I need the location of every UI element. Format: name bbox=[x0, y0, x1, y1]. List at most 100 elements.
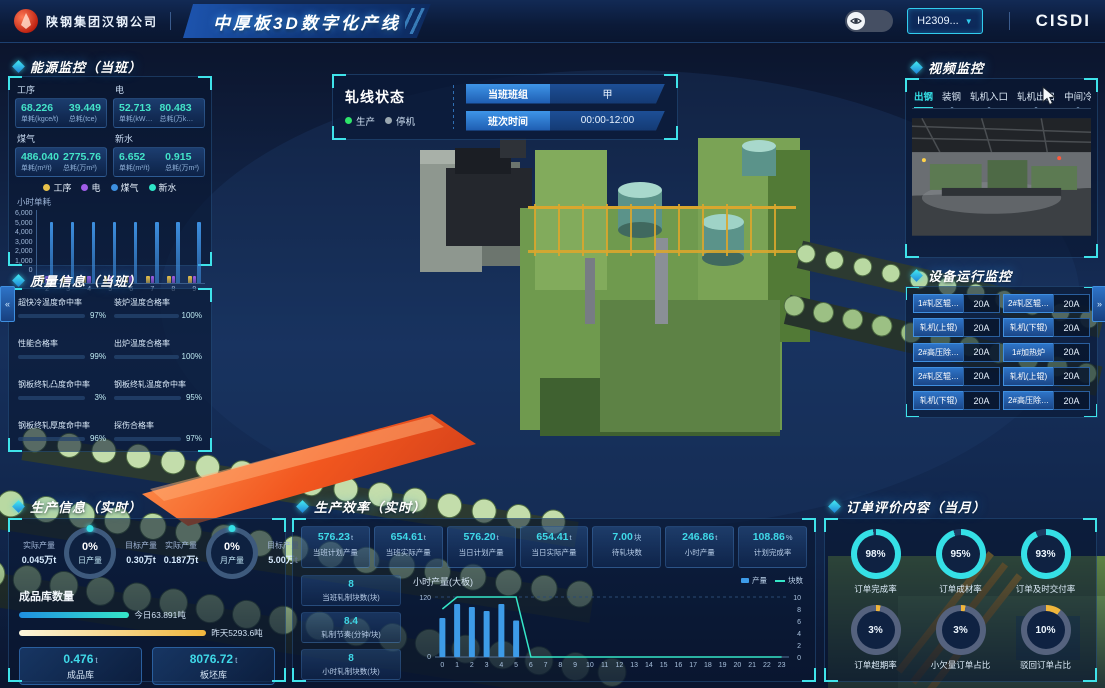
device-name-button[interactable]: 2#高压除… bbox=[1003, 391, 1053, 410]
production-panel: 实际产量0.045万t0%日产量目标产量0.30万t实际产量0.187万t0%月… bbox=[8, 518, 286, 682]
svg-text:20: 20 bbox=[733, 662, 741, 669]
device-name-button[interactable]: 2#轧区辊… bbox=[1003, 294, 1053, 313]
donut-label: 订单成材率 bbox=[919, 583, 1003, 595]
video-tab-出钢[interactable]: 出钢 bbox=[914, 89, 933, 103]
energy-value: 80.483 bbox=[159, 102, 199, 114]
device-current-value: 20A bbox=[1053, 343, 1090, 362]
bar bbox=[167, 276, 171, 283]
device-current-value: 20A bbox=[963, 318, 1000, 337]
quality-value: 95% bbox=[184, 393, 202, 402]
svg-text:16: 16 bbox=[674, 662, 682, 669]
efficiency-side-card: 8当班轧制块数(块) bbox=[301, 575, 401, 606]
progress-track bbox=[18, 355, 85, 359]
progress-track bbox=[18, 396, 85, 400]
line-select-dropdown[interactable]: H2309... ▼ bbox=[907, 8, 983, 34]
quality-value: 100% bbox=[182, 352, 202, 361]
stat-unit: t bbox=[424, 533, 426, 542]
bar bbox=[193, 276, 197, 283]
quality-item: 探伤合格率97% bbox=[114, 420, 202, 443]
legend-item: 工序 bbox=[43, 181, 71, 194]
energy-unit: 总耗(万m³) bbox=[63, 163, 101, 173]
stat-label: 计划完成率 bbox=[742, 547, 803, 558]
hourly-output-chart: 小时产量(大板) 产量 块数 1200108642001234567891011… bbox=[409, 575, 807, 680]
efficiency-stat-card: 576.20t当日计划产量 bbox=[447, 526, 516, 568]
right-panel-collapse-handle[interactable]: » bbox=[1092, 286, 1105, 322]
donut-label: 订单及时交付率 bbox=[1004, 583, 1088, 595]
video-tab-轧机入口[interactable]: 轧机入口 bbox=[970, 89, 1008, 103]
shift-time-value: 00:00-12:00 bbox=[550, 111, 665, 131]
progress-track bbox=[114, 396, 181, 400]
energy-card-name: 煤气 bbox=[17, 132, 107, 145]
device-name-button[interactable]: 轧机(下辊) bbox=[913, 391, 963, 410]
line-status-title: 轧线状态 bbox=[345, 87, 441, 107]
video-tab-轧机出口[interactable]: 轧机出口 bbox=[1017, 89, 1055, 103]
device-current-value: 20A bbox=[1053, 367, 1090, 386]
quality-item: 出炉温度合格率100% bbox=[114, 338, 202, 361]
visibility-toggle[interactable] bbox=[845, 10, 893, 32]
y-tick: 4,000 bbox=[15, 229, 33, 236]
shift-team-label: 当班班组 bbox=[466, 84, 550, 104]
donut-percent: 98% bbox=[851, 529, 901, 579]
quality-item: 超快冷温度命中率97% bbox=[18, 297, 106, 320]
svg-text:0: 0 bbox=[427, 654, 431, 661]
svg-text:11: 11 bbox=[601, 662, 608, 669]
stat-label: 当日计划产量 bbox=[451, 547, 512, 558]
energy-value: 52.713 bbox=[119, 102, 155, 114]
donut-ring: 93% bbox=[1021, 529, 1071, 579]
device-name-button[interactable]: 2#高压除… bbox=[913, 343, 963, 362]
quality-panel: 超快冷温度命中率97%装炉温度合格率100%性能合格率99%出炉温度合格率100… bbox=[8, 288, 212, 452]
gauge-sublabel: 月产量 bbox=[206, 555, 258, 566]
energy-chart-title: 小时单耗 bbox=[17, 196, 205, 208]
donut-ring: 10% bbox=[1021, 605, 1071, 655]
donut-percent: 3% bbox=[851, 605, 901, 655]
efficiency-panel: 576.23t当班计划产量654.61t当班实际产量576.20t当日计划产量6… bbox=[292, 518, 816, 682]
video-tab-装钢[interactable]: 装钢 bbox=[942, 89, 961, 103]
device-name-button[interactable]: 轧机(上辊) bbox=[913, 318, 963, 337]
panel-diamond-icon bbox=[910, 61, 923, 74]
bar bbox=[172, 276, 176, 283]
video-camera-tabs: 出钢装钢轧机入口轧机出口中间冷电动热… bbox=[912, 85, 1091, 109]
y-tick: 3,000 bbox=[15, 239, 33, 246]
gauge-ring: 0%日产量 bbox=[64, 527, 116, 579]
device-name-button[interactable]: 1#加热炉 bbox=[1003, 343, 1053, 362]
energy-value: 68.226 bbox=[21, 102, 58, 114]
energy-card: 电52.713单耗(kWh/t)80.483总耗(万kWh) bbox=[113, 82, 205, 128]
efficiency-stat-cards: 576.23t当班计划产量654.61t当班实际产量576.20t当日计划产量6… bbox=[301, 526, 807, 568]
quality-item: 钢板终轧温度命中率95% bbox=[114, 379, 202, 402]
page-title: 中厚板3D数字化产线 bbox=[213, 9, 401, 34]
device-current-value: 20A bbox=[963, 343, 1000, 362]
svg-text:18: 18 bbox=[704, 662, 712, 669]
inventory-bars: 今日63.891吨昨天5293.6吨 bbox=[19, 609, 275, 639]
energy-panel: 工序68.226单耗(kgce/t)39.449总耗(tce)电52.713单耗… bbox=[8, 76, 212, 266]
device-name-button[interactable]: 轧机(上辊) bbox=[1003, 367, 1053, 386]
device-item: 1#加热炉20A bbox=[1003, 343, 1090, 362]
svg-text:21: 21 bbox=[748, 662, 756, 669]
quality-label: 性能合格率 bbox=[18, 338, 106, 349]
donut-label: 小欠量订单占比 bbox=[919, 659, 1003, 671]
inventory-card-unit: t bbox=[235, 656, 237, 665]
shift-team-field[interactable]: 当班班组 甲 bbox=[466, 84, 665, 104]
hourly-output-legend: 产量 块数 bbox=[741, 575, 803, 586]
video-feed[interactable] bbox=[912, 118, 1091, 236]
inventory-bar-text: 昨天5293.6吨 bbox=[211, 627, 263, 639]
gauge-left-label: 实际产量 bbox=[161, 540, 201, 551]
left-panel-collapse-handle[interactable]: « bbox=[0, 286, 15, 322]
bar-group bbox=[188, 210, 201, 283]
quality-value: 97% bbox=[88, 311, 106, 320]
svg-text:19: 19 bbox=[719, 662, 727, 669]
device-name-button[interactable]: 1#轧区辊… bbox=[913, 294, 963, 313]
side-stat-value: 8.4 bbox=[302, 616, 400, 627]
device-current-value: 20A bbox=[963, 391, 1000, 410]
shift-time-field[interactable]: 班次时间 00:00-12:00 bbox=[466, 111, 665, 131]
device-name-button[interactable]: 2#轧区辊… bbox=[913, 367, 963, 386]
video-tab-中间冷[interactable]: 中间冷 bbox=[1064, 89, 1091, 103]
side-stat-label: 小时轧制块数(块) bbox=[302, 666, 400, 677]
device-item: 1#轧区辊…20A bbox=[913, 294, 1000, 313]
gauge-left-value: 0.045万t bbox=[19, 553, 59, 566]
device-name-button[interactable]: 轧机(下辊) bbox=[1003, 318, 1053, 337]
shift-time-label: 班次时间 bbox=[466, 111, 550, 131]
inventory-bar-row: 今日63.891吨 bbox=[19, 609, 275, 621]
quality-value: 96% bbox=[88, 434, 106, 443]
chevron-right-icon: » bbox=[1097, 299, 1102, 309]
legend-item: 新水 bbox=[149, 181, 177, 194]
